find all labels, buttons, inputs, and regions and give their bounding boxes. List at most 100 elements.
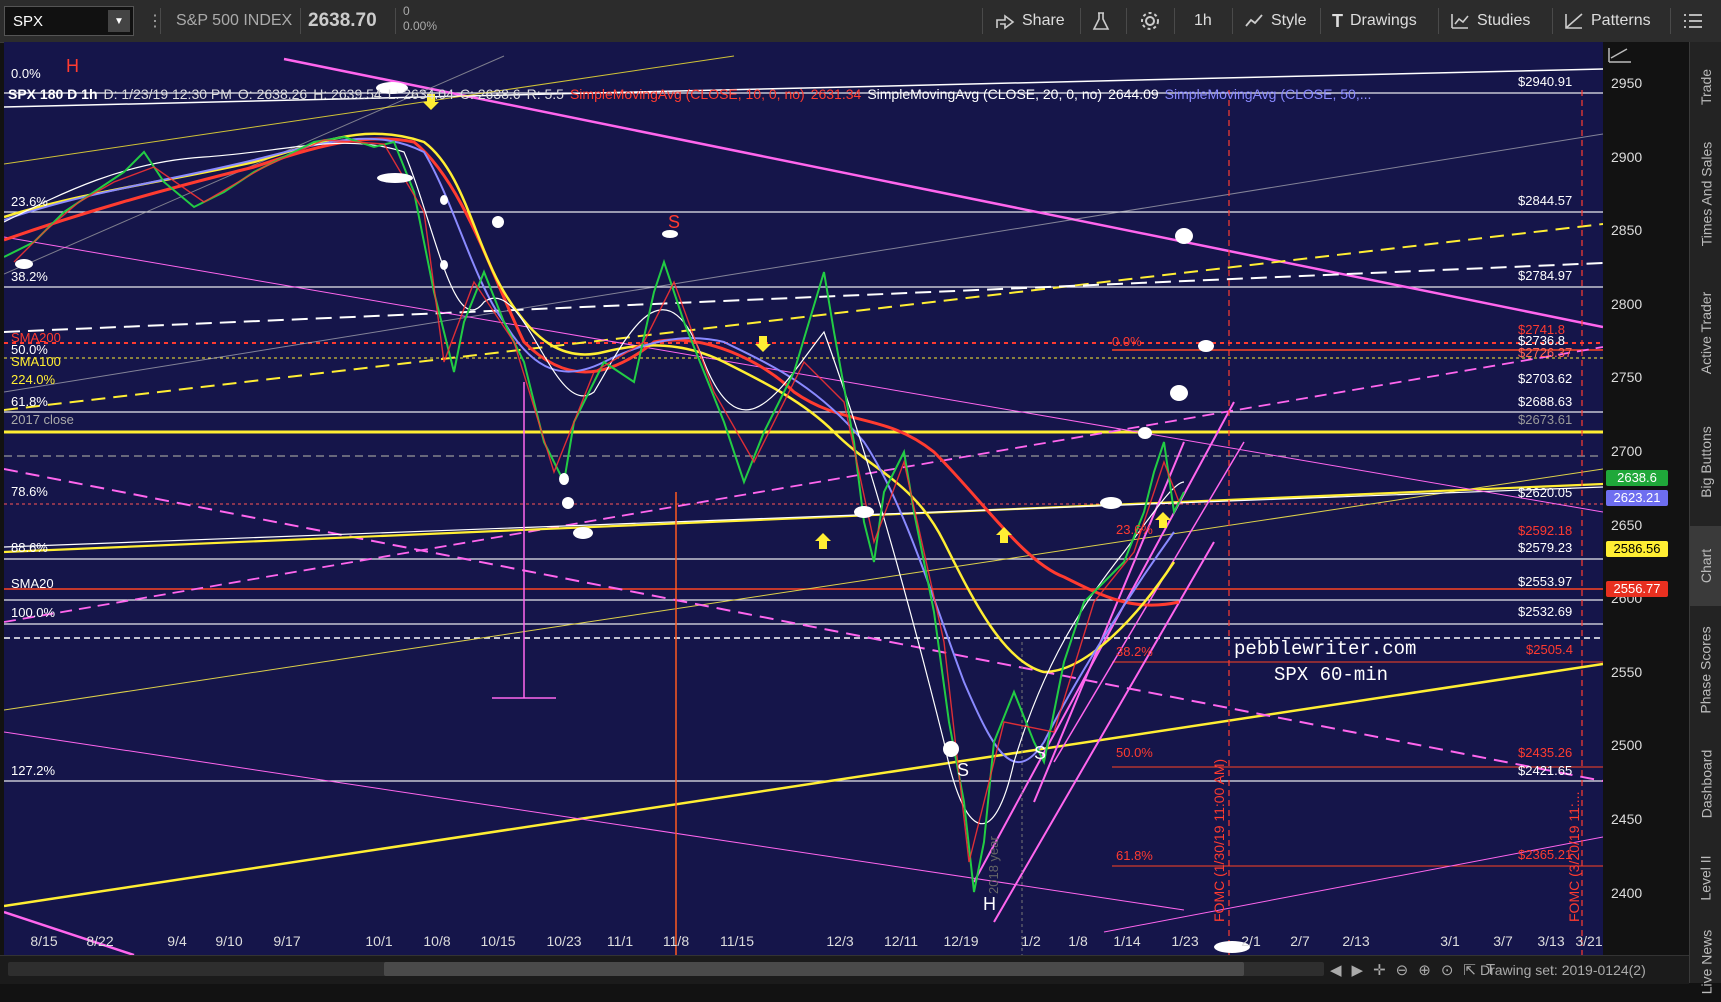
time-tick: 12/11	[884, 933, 918, 949]
level-label: $2673.61	[1518, 412, 1573, 427]
sma10-label[interactable]: SimpleMovingAvg (CLOSE, 10, 0, no)	[570, 86, 805, 102]
sma100-price-tag: 2586.56	[1606, 541, 1668, 557]
time-tick: 10/8	[423, 933, 451, 949]
time-tick: 9/17	[273, 933, 301, 949]
price-chart[interactable]: SPX 180 D 1h D: 1/23/19 12:30 PM O: 2638…	[4, 42, 1603, 955]
menu-icon[interactable]	[1683, 0, 1703, 42]
sidebar-tab-chart[interactable]: Chart	[1690, 526, 1721, 606]
shoulder-left-label: S	[957, 760, 970, 780]
fib-left-786: 78.6%	[11, 484, 48, 499]
time-tick: 3/7	[1493, 933, 1513, 949]
watermark-desc: SPX 60-min	[1274, 664, 1389, 686]
zoom-in-icon[interactable]: ⊕	[1418, 961, 1431, 979]
level-label: $2435.26	[1518, 745, 1573, 760]
last-price: 2638.70	[308, 10, 377, 31]
drawings-button[interactable]: T Drawings	[1332, 0, 1417, 42]
chart-title: SPX 180 D 1h	[8, 86, 98, 102]
price-tick: 2800	[1611, 295, 1643, 312]
bar-range: R: 5.5	[526, 86, 564, 102]
patterns-button[interactable]: Patterns	[1564, 0, 1651, 42]
studies-button[interactable]: Studies	[1450, 0, 1530, 42]
sidebar-tab-level-ii[interactable]: Level II	[1690, 838, 1721, 918]
time-tick: 9/4	[167, 933, 187, 949]
sidebar-tab-live-news[interactable]: Live News	[1690, 922, 1721, 1002]
zoom-fit-icon[interactable]: ⊙	[1441, 961, 1454, 979]
share-icon	[996, 14, 1015, 30]
scrollbar-thumb[interactable]	[384, 962, 1244, 976]
time-tick: 12/3	[826, 933, 854, 949]
fib-left-618: 61.8%	[11, 394, 48, 409]
level-label: $2579.23	[1518, 540, 1573, 555]
chevron-down-icon[interactable]: ▼	[108, 10, 130, 32]
time-tick: 8/15	[30, 933, 58, 949]
price-tick: 2750	[1611, 369, 1643, 386]
time-tick: 2/1	[1241, 933, 1261, 949]
symbol-selector[interactable]: SPX ▼	[4, 6, 134, 36]
crosshair-icon[interactable]: ✛	[1373, 961, 1386, 979]
fomc-jan-label: FOMC (1/30/19 11:00 AM)	[1211, 758, 1227, 922]
fomc-mar-label: FOMC (3/20/19 11:...	[1566, 791, 1582, 922]
time-tick: 10/15	[480, 933, 516, 949]
chart-drawings	[4, 55, 1603, 955]
price-tick: 2700	[1611, 443, 1643, 459]
sidebar-tab-dashboard[interactable]: Dashboard	[1690, 734, 1721, 834]
fib-mid-0: 0.0%	[1112, 334, 1142, 349]
level-label: $2703.62	[1518, 371, 1573, 386]
timeframe-button[interactable]: 1h	[1194, 0, 1212, 42]
sidebar-tab-phase-scores[interactable]: Phase Scores	[1690, 610, 1721, 730]
sma20-left-label: SMA20	[11, 576, 54, 591]
time-tick: 1/8	[1068, 933, 1088, 949]
chart-info-bar: SPX 180 D 1h D: 1/23/19 12:30 PM O: 2638…	[8, 84, 1377, 104]
time-axis: 8/15 8/22 9/4 9/10 9/17 10/1 10/8 10/15 10/23 11/…	[4, 933, 1603, 953]
fib-left-886: 88.6%	[11, 540, 48, 555]
sma10-value: 2631.34	[810, 86, 862, 102]
sidebar-tab-active-trader[interactable]: Active Trader	[1690, 268, 1721, 398]
price-tick: 2850	[1611, 222, 1643, 239]
price-tick: 2500	[1611, 737, 1643, 754]
zoom-out-icon[interactable]: ⊖	[1396, 961, 1409, 979]
drawing-tool-icon[interactable]	[1607, 46, 1633, 69]
sidebar-tab-big-buttons[interactable]: Big Buttons	[1690, 402, 1721, 522]
sidebar-tab-trade[interactable]: Trade	[1690, 52, 1721, 122]
time-tick: 2/13	[1342, 933, 1370, 949]
scroll-left-icon[interactable]: ◀	[1330, 961, 1342, 979]
gear-icon[interactable]	[1140, 0, 1160, 42]
level-label: $2726.37	[1518, 345, 1573, 360]
scroll-right-icon[interactable]: ▶	[1352, 961, 1364, 979]
chart-style-icon	[1245, 14, 1263, 27]
fib-mid-236: 23.6%	[1116, 522, 1153, 537]
bottom-bar: ◀ ▶ ✛ ⊖ ⊕ ⊙ ⇱ T Drawing set: 2019-0124(2…	[0, 955, 1689, 984]
level-label: $2421.65	[1518, 763, 1573, 778]
sidebar-tab-times-and-sales[interactable]: Times And Sales	[1690, 124, 1721, 264]
time-tick: 1/23	[1171, 933, 1199, 949]
price-change: 0	[403, 4, 410, 18]
price-tick: 2900	[1611, 148, 1643, 165]
bar-low: L: 2634.04	[387, 86, 454, 102]
level-label: $2365.21	[1518, 847, 1573, 862]
share-button[interactable]: Share	[995, 0, 1065, 42]
fib-left-1272: 127.2%	[11, 763, 56, 778]
fib-left-236: 23.6%	[11, 194, 48, 209]
shoulder-right-label: S	[1034, 743, 1047, 763]
drawing-set-label[interactable]: Drawing set: 2019-0124(2)	[1480, 956, 1646, 984]
symbol-input[interactable]: SPX	[5, 13, 108, 30]
pointer-icon[interactable]: ⇱	[1463, 961, 1476, 979]
flask-icon[interactable]	[1092, 0, 1110, 42]
head-top-label: H	[66, 56, 79, 76]
time-tick: 2/7	[1290, 933, 1310, 949]
style-button[interactable]: Style	[1244, 0, 1307, 42]
time-tick: 3/21	[1575, 933, 1603, 949]
sma20-label[interactable]: SimpleMovingAvg (CLOSE, 20, 0, no)	[867, 86, 1102, 102]
level-label: $2620.05	[1518, 485, 1573, 500]
sma20-value: 2644.09	[1108, 86, 1159, 102]
studies-icon	[1451, 14, 1469, 29]
sma200-price-tag: 2556.77	[1606, 581, 1668, 597]
sma50-label[interactable]: SimpleMovingAvg (CLOSE, 50,...	[1165, 86, 1372, 102]
patterns-icon	[1565, 13, 1583, 29]
time-tick: 1/14	[1113, 933, 1141, 949]
time-tick: 11/1	[606, 933, 634, 949]
level-label: $2940.91	[1518, 74, 1573, 89]
top-toolbar: SPX ▼ ⋮ S&P 500 INDEX 2638.70 0 0.00% Sh…	[0, 0, 1721, 43]
watermark-site: pebblewriter.com	[1234, 638, 1417, 660]
year-end-label: 2018 year	[986, 836, 1001, 894]
